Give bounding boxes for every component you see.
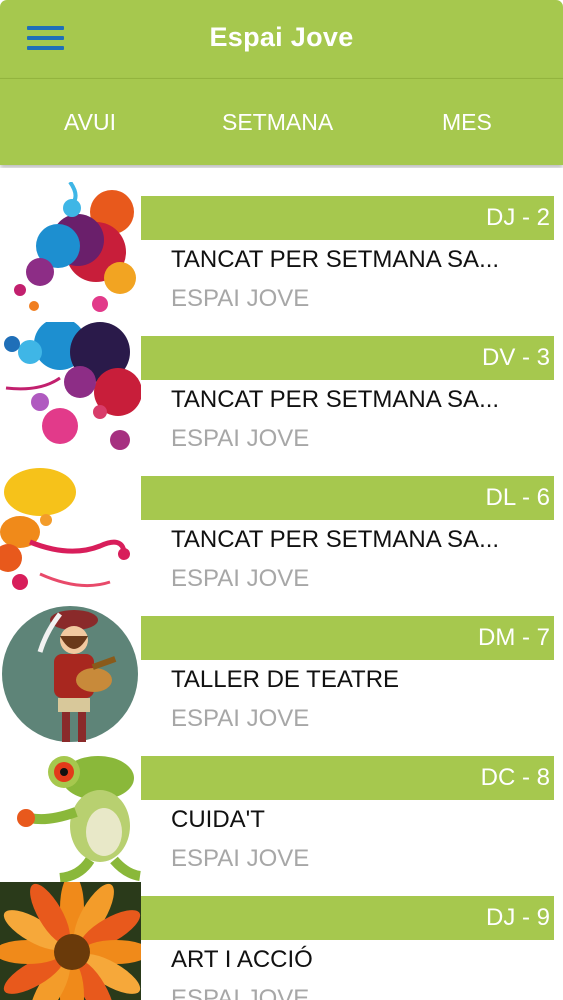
app-header: Espai Jove	[0, 0, 563, 78]
event-date: DJ - 2	[485, 204, 550, 231]
event-list-item[interactable]: DM - 7 TALLER DE TEATRE ESPAI JOVE	[0, 602, 563, 743]
event-date: DJ - 9	[485, 904, 550, 931]
event-title: ART I ACCIÓ	[171, 946, 313, 973]
event-location: ESPAI JOVE	[171, 985, 310, 1000]
event-location: ESPAI JOVE	[171, 285, 310, 312]
app-title: Espai Jove	[209, 22, 354, 52]
event-list-item[interactable]: DC - 8 CUIDA'T ESPAI JOVE	[0, 742, 563, 883]
event-location: ESPAI JOVE	[171, 705, 310, 732]
colorful-splash-image	[0, 462, 141, 602]
event-location: ESPAI JOVE	[171, 425, 310, 452]
event-date: DM - 7	[478, 624, 550, 651]
event-date: DC - 8	[480, 764, 550, 791]
event-location: ESPAI JOVE	[171, 845, 310, 872]
colorful-splash-image	[0, 322, 141, 462]
event-date-bar: DJ - 2	[141, 196, 554, 240]
event-date: DV - 3	[481, 344, 550, 371]
colorful-splash-image	[0, 182, 141, 322]
event-list-item[interactable]: DJ - 2 TANCAT PER SETMANA SA... ESPAI JO…	[0, 182, 563, 323]
event-list-item[interactable]: DJ - 9 ART I ACCIÓ ESPAI JOVE	[0, 882, 563, 1000]
event-title: TANCAT PER SETMANA SA...	[171, 386, 500, 413]
event-list-item[interactable]: DV - 3 TANCAT PER SETMANA SA... ESPAI JO…	[0, 322, 563, 463]
flower-image	[0, 882, 141, 1000]
event-title: CUIDA'T	[171, 806, 265, 833]
event-date-bar: DL - 6	[141, 476, 554, 520]
event-title: TANCAT PER SETMANA SA...	[171, 246, 500, 273]
event-date-bar: DJ - 9	[141, 896, 554, 940]
event-date-bar: DM - 7	[141, 616, 554, 660]
minstrel-image	[0, 602, 141, 742]
event-list-item[interactable]: DL - 6 TANCAT PER SETMANA SA... ESPAI JO…	[0, 462, 563, 603]
event-date: DL - 6	[485, 484, 550, 511]
event-title: TANCAT PER SETMANA SA...	[171, 526, 500, 553]
tab-mes[interactable]: MES	[442, 109, 492, 136]
event-list: DJ - 2 TANCAT PER SETMANA SA... ESPAI JO…	[0, 168, 563, 1000]
tab-avui[interactable]: AVUI	[64, 109, 116, 136]
tab-setmana[interactable]: SETMANA	[222, 109, 333, 136]
frog-image	[0, 742, 141, 882]
event-date-bar: DV - 3	[141, 336, 554, 380]
event-location: ESPAI JOVE	[171, 565, 310, 592]
period-tabs: AVUI SETMANA MES	[0, 78, 563, 165]
event-date-bar: DC - 8	[141, 756, 554, 800]
event-title: TALLER DE TEATRE	[171, 666, 400, 693]
